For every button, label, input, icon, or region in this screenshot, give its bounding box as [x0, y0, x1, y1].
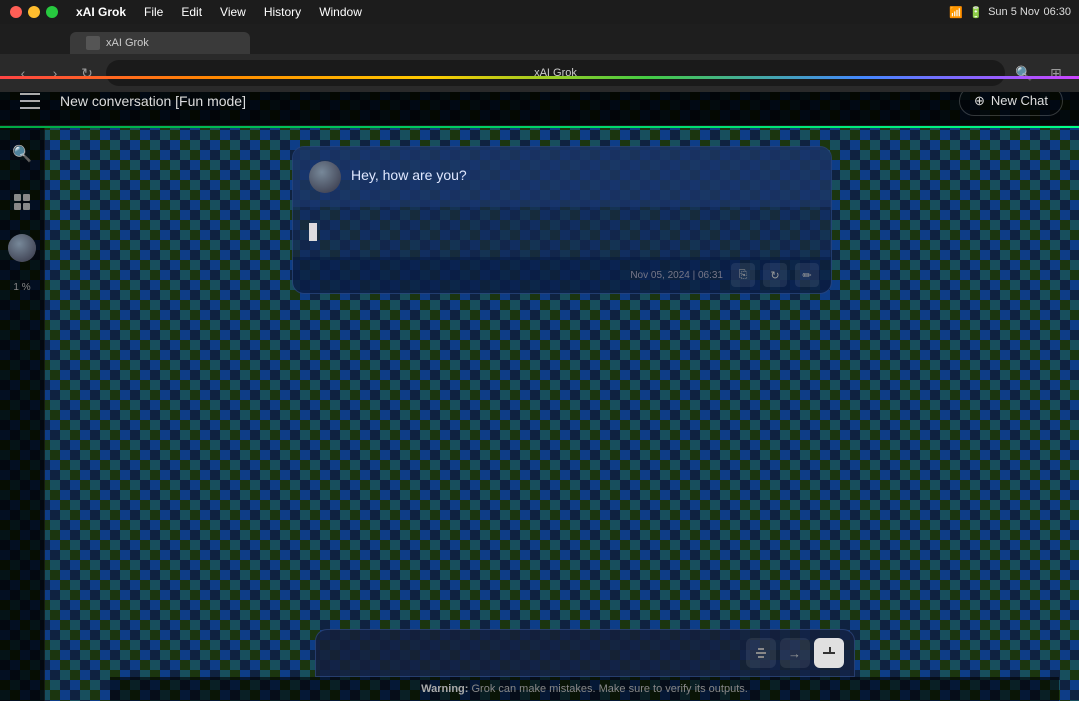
app-name-menu[interactable]: xAI Grok — [68, 3, 134, 21]
refresh-button[interactable]: ↻ — [74, 60, 100, 86]
wifi-icon: 📶 — [948, 4, 964, 20]
input-area: → Warning: Grok can make mistakes. Make … — [90, 619, 1079, 701]
sidebar-search[interactable]: 🔍 — [6, 138, 38, 170]
ai-cursor — [309, 223, 317, 241]
menu-history[interactable]: History — [256, 3, 309, 21]
user-message: Hey, how are you? — [293, 147, 831, 207]
datetime-label: Sun 5 Nov — [988, 6, 1039, 18]
chat-input[interactable] — [326, 638, 746, 668]
battery-icon: 🔋 — [968, 4, 984, 20]
attach-button[interactable] — [746, 638, 776, 668]
send-button[interactable] — [814, 638, 844, 668]
menu-file[interactable]: File — [136, 3, 171, 21]
user-message-text: Hey, how are you? — [351, 161, 467, 183]
user-avatar-inner — [309, 161, 341, 193]
chat-area: Hey, how are you? Nov 05, 2024 | 06:31 ⎘… — [45, 126, 1079, 701]
refresh-message-button[interactable]: ↻ — [763, 263, 787, 287]
extensions-btn[interactable]: ⊞ — [1043, 60, 1069, 86]
message-timestamp: Nov 05, 2024 | 06:31 — [630, 270, 723, 281]
browser-toolbar: ‹ › ↻ xAI Grok 🔍 ⊞ — [0, 54, 1079, 92]
browser-chrome: xAI Grok ‹ › ↻ xAI Grok 🔍 ⊞ — [0, 24, 1079, 76]
tab-favicon — [86, 36, 100, 50]
menubar-right: 📶 🔋 Sun 5 Nov 06:30 — [948, 4, 1079, 20]
ai-response — [293, 207, 831, 257]
sidebar-avatar[interactable] — [8, 234, 36, 262]
new-chat-label: New Chat — [991, 93, 1048, 108]
app-accent-bar — [0, 126, 1079, 128]
hamburger-line-1 — [20, 93, 40, 95]
traffic-lights — [0, 6, 68, 18]
close-button[interactable] — [10, 6, 22, 18]
browser-tab[interactable]: xAI Grok — [70, 32, 250, 54]
minimize-button[interactable] — [28, 6, 40, 18]
sidebar-percent-label: 1 % — [13, 282, 30, 293]
hamburger-line-2 — [20, 100, 40, 102]
forward-button[interactable]: › — [42, 60, 68, 86]
menu-items: xAI Grok File Edit View History Window — [68, 3, 370, 21]
macos-menubar: xAI Grok File Edit View History Window 📶… — [0, 0, 1079, 24]
warning-text: Grok can make mistakes. Make sure to ver… — [471, 683, 747, 695]
hamburger-line-3 — [20, 107, 40, 109]
chat-bubble-container: Hey, how are you? Nov 05, 2024 | 06:31 ⎘… — [292, 146, 832, 294]
menu-window[interactable]: Window — [311, 3, 370, 21]
time-label: 06:30 — [1043, 6, 1071, 18]
input-container: → — [315, 629, 855, 677]
plus-icon: ⊕ — [974, 93, 985, 109]
menu-view[interactable]: View — [212, 3, 254, 21]
conversation-title: New conversation [Fun mode] — [60, 93, 246, 109]
tab-title: xAI Grok — [106, 37, 149, 49]
main-content: Hey, how are you? Nov 05, 2024 | 06:31 ⎘… — [45, 126, 1079, 701]
message-footer: Nov 05, 2024 | 06:31 ⎘ ↻ ✏ — [293, 257, 831, 293]
maximize-button[interactable] — [46, 6, 58, 18]
search-browser-btn[interactable]: 🔍 — [1011, 60, 1037, 86]
input-actions: → — [746, 638, 844, 668]
browser-accent-bar — [0, 76, 1079, 79]
warning-prefix: Warning: — [421, 683, 468, 695]
back-button[interactable]: ‹ — [10, 60, 36, 86]
user-avatar — [309, 161, 341, 193]
warning-bar: Warning: Grok can make mistakes. Make su… — [110, 677, 1059, 701]
menu-edit[interactable]: Edit — [173, 3, 210, 21]
sidebar-panels[interactable] — [6, 186, 38, 218]
edit-message-button[interactable]: ✏ — [795, 263, 819, 287]
tab-bar: xAI Grok — [0, 24, 1079, 54]
sidebar: 🔍 1 % — [0, 126, 45, 701]
arrow-right-button[interactable]: → — [780, 638, 810, 668]
address-bar[interactable]: xAI Grok — [106, 60, 1005, 86]
copy-button[interactable]: ⎘ — [731, 263, 755, 287]
